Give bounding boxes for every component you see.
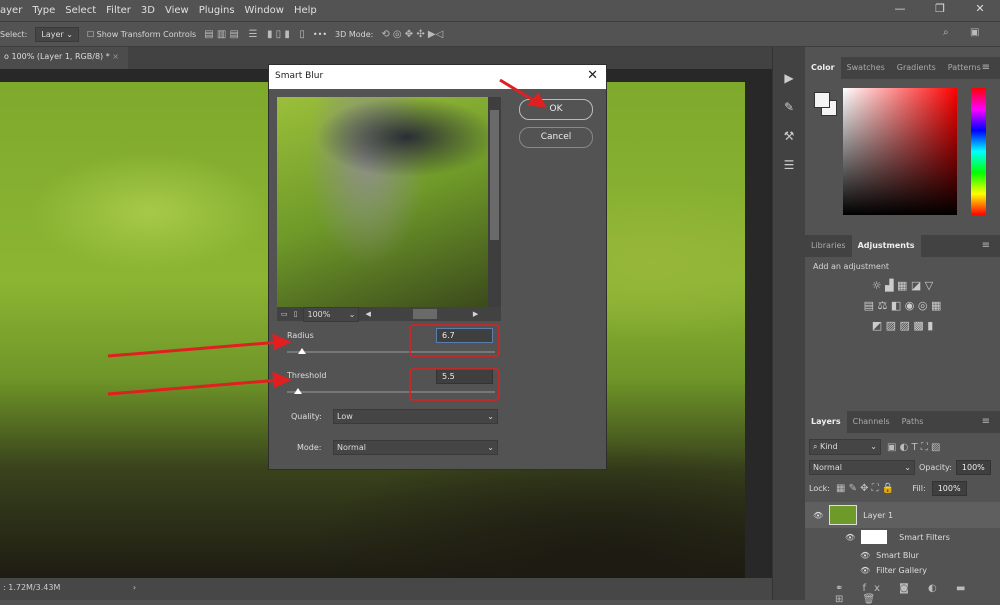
annotation-box: [409, 324, 500, 357]
annotation-arrowhead: [527, 92, 547, 108]
annotation-arrowhead: [272, 333, 292, 351]
annotation-arrow: [107, 378, 281, 396]
annotation-arrowhead: [272, 371, 292, 389]
annotation-box: [409, 368, 500, 401]
annotation-arrow: [107, 340, 281, 358]
annotation-overlay: [107, 78, 547, 401]
